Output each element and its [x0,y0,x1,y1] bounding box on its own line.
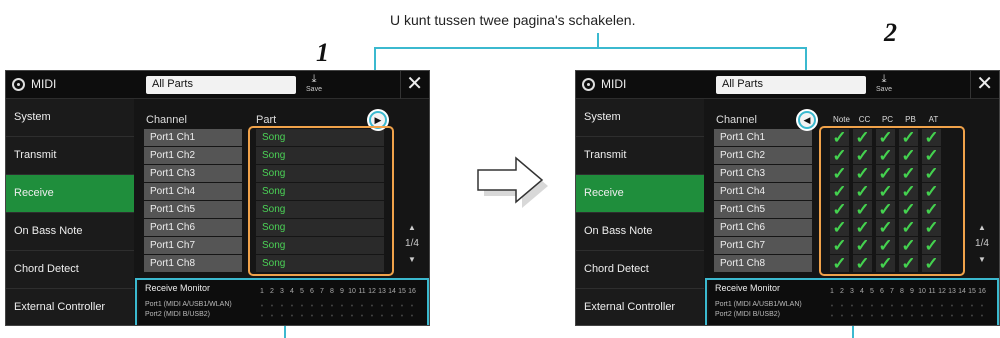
monitor-highlight [135,278,429,325]
channel-column-header: Channel [146,114,187,126]
title-bar: MIDI All Parts ⤓ Save ✕ [576,71,999,99]
callout-number-2: 2 [884,18,897,47]
sidebar-item-receive[interactable]: Receive [6,175,134,213]
callout-number-1: 1 [316,38,329,67]
sidebar-item-system[interactable]: System [6,99,134,137]
cc-column-header: CC [858,115,871,124]
page-down-button[interactable]: ▼ [401,255,423,264]
channel-label: Port1 Ch8 [144,255,242,272]
channel-label: Port1 Ch7 [144,237,242,254]
channel-label: Port1 Ch4 [144,183,242,200]
sidebar-item-external-controller[interactable]: External Controller [6,289,134,325]
midi-screen-part-page: MIDI All Parts ⤓ Save ✕ System Transmit … [5,70,430,326]
sidebar-item-system[interactable]: System [576,99,704,137]
page-up-button[interactable]: ▲ [401,223,423,232]
window-title: MIDI [31,77,57,91]
channel-label: Port1 Ch7 [714,237,812,254]
transition-arrow-icon [477,156,548,208]
callout-1-highlight [248,126,394,276]
previous-page-arrow-button[interactable]: ◀ [798,111,816,129]
page-down-button[interactable]: ▼ [971,255,993,264]
part-filter-dropdown[interactable]: All Parts [146,76,296,94]
sidebar-item-transmit[interactable]: Transmit [6,137,134,175]
part-filter-dropdown[interactable]: All Parts [716,76,866,94]
divider [400,71,401,99]
caption-text: U kunt tussen twee pagina's schakelen. [390,12,636,28]
filter-column-headers: Note CC PC PB AT [830,115,945,124]
channel-label: Port1 Ch6 [144,219,242,236]
manual-figure: U kunt tussen twee pagina's schakelen. 1… [0,0,1000,338]
channel-column-header: Channel [716,114,757,126]
sidebar: System Transmit Receive On Bass Note Cho… [576,99,704,325]
channel-label: Port1 Ch6 [714,219,812,236]
monitor-leader-line [852,326,854,338]
sidebar-item-chord-detect[interactable]: Chord Detect [6,251,134,289]
save-button[interactable]: ⤓ Save [303,73,325,97]
midi-port-icon [582,77,595,91]
caption-leader-line [374,47,807,49]
channel-label: Port1 Ch1 [144,129,242,146]
channel-label: Port1 Ch3 [144,165,242,182]
save-icon: ⤓ [881,73,887,85]
pc-column-header: PC [881,115,894,124]
page-indicator: 1/4 [405,238,419,249]
sidebar-item-external-controller[interactable]: External Controller [576,289,704,325]
save-label: Save [876,86,892,93]
monitor-highlight [705,278,999,325]
page-indicator: 1/4 [975,238,989,249]
save-label: Save [306,86,322,93]
channel-label: Port1 Ch5 [144,201,242,218]
sidebar: System Transmit Receive On Bass Note Cho… [6,99,134,325]
close-button[interactable]: ✕ [976,73,993,95]
part-column-header: Part [256,114,277,126]
page-navigator: ▲ 1/4 ▼ [971,223,993,264]
divider [970,71,971,99]
channel-label: Port1 Ch8 [714,255,812,272]
sidebar-item-transmit[interactable]: Transmit [576,137,704,175]
note-column-header: Note [833,115,850,124]
pb-column-header: PB [905,115,916,124]
sidebar-item-on-bass-note[interactable]: On Bass Note [576,213,704,251]
channel-label: Port1 Ch1 [714,129,812,146]
sidebar-item-on-bass-note[interactable]: On Bass Note [6,213,134,251]
page-up-button[interactable]: ▲ [971,223,993,232]
monitor-leader-line [284,326,286,338]
channel-label: Port1 Ch4 [714,183,812,200]
channel-label: Port1 Ch2 [714,147,812,164]
title-bar: MIDI All Parts ⤓ Save ✕ [6,71,429,99]
save-button[interactable]: ⤓ Save [873,73,895,97]
sidebar-item-chord-detect[interactable]: Chord Detect [576,251,704,289]
at-column-header: AT [928,115,939,124]
channel-label: Port1 Ch5 [714,201,812,218]
save-icon: ⤓ [311,73,317,85]
channel-label: Port1 Ch2 [144,147,242,164]
close-button[interactable]: ✕ [406,73,423,95]
page-navigator: ▲ 1/4 ▼ [401,223,423,264]
sidebar-item-receive[interactable]: Receive [576,175,704,213]
window-title: MIDI [601,77,627,91]
callout-2-highlight [819,126,965,276]
midi-screen-filter-page: MIDI All Parts ⤓ Save ✕ System Transmit … [575,70,1000,326]
midi-port-icon [12,77,25,91]
channel-label: Port1 Ch3 [714,165,812,182]
